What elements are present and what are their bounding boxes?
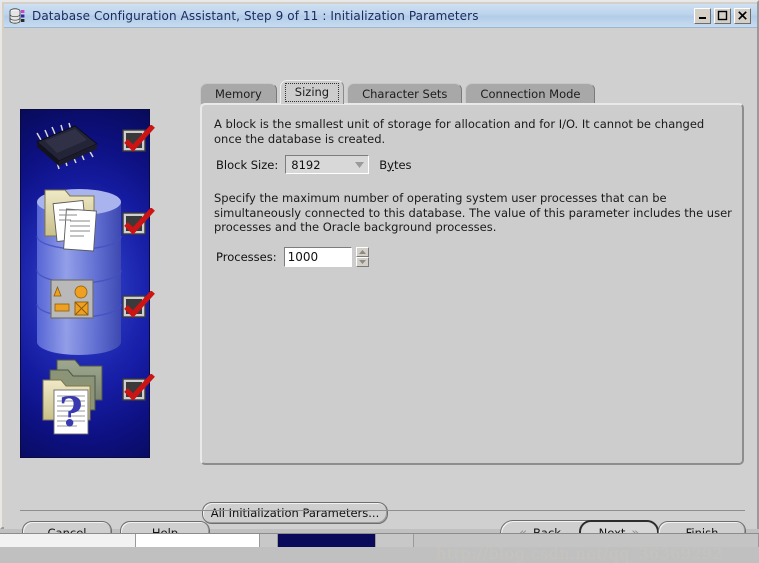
taskbar-item[interactable] [0, 534, 136, 547]
shapes-panel [50, 279, 94, 319]
button-label: All Initialization Parameters... [210, 506, 380, 520]
memory-chip [36, 122, 98, 170]
checkmark-icon [122, 291, 155, 318]
checkmark-icon [122, 374, 155, 401]
checkmark-icon [122, 208, 155, 235]
block-size-label: Block Size: [216, 157, 279, 172]
question-mark: ? [53, 389, 89, 436]
unit-prefix: B [379, 157, 388, 172]
chevron-down-icon [351, 156, 367, 173]
spinner-down-icon [358, 260, 366, 264]
unit-mnemonic: y [387, 157, 394, 172]
spinner-up-icon [358, 250, 366, 254]
window-controls [694, 7, 751, 24]
tab-label: Memory [215, 87, 262, 101]
block-size-combobox[interactable]: 8192 [285, 155, 370, 174]
taskbar-item[interactable] [376, 534, 414, 547]
block-size-row: Block Size: 8192 Bytes [216, 155, 412, 174]
spinner-buttons [355, 247, 369, 267]
tab-connection-mode[interactable]: Connection Mode [465, 83, 596, 104]
maximize-button[interactable] [714, 7, 731, 24]
processes-description: Specify the maximum number of operating … [214, 191, 732, 234]
taskbar-spacer [260, 534, 278, 547]
processes-row: Processes: [216, 247, 369, 267]
window-title: Database Configuration Assistant, Step 9… [32, 8, 479, 23]
tab-strip: Memory Sizing Character Sets Connection … [200, 80, 744, 104]
tab-label: Sizing [294, 85, 330, 99]
taskbar [0, 533, 759, 547]
spinner-up-button[interactable] [355, 247, 369, 257]
minimize-button[interactable] [694, 7, 711, 24]
close-button[interactable] [734, 7, 751, 24]
footer-separator [20, 510, 745, 511]
processes-label: Processes: [216, 250, 277, 264]
block-size-description: A block is the smallest unit of storage … [214, 117, 705, 146]
taskbar-item-active[interactable] [278, 534, 376, 547]
spinner-down-button[interactable] [355, 257, 369, 267]
block-size-value: 8192 [291, 157, 321, 172]
processes-stepper [283, 247, 369, 267]
folders: ? [42, 359, 103, 436]
block-size-unit: Bytes [379, 158, 411, 172]
database-icon [9, 7, 25, 24]
application-window: Database Configuration Assistant, Step 9… [0, 0, 759, 563]
checkmark-column [122, 109, 166, 458]
checkmark-icon [122, 125, 155, 152]
tab-memory[interactable]: Memory [200, 83, 277, 104]
svg-text:?: ? [59, 389, 82, 436]
title-bar: Database Configuration Assistant, Step 9… [4, 4, 757, 28]
processes-input[interactable] [283, 247, 352, 267]
tab-sizing[interactable]: Sizing [279, 80, 345, 104]
minimize-icon [699, 17, 706, 19]
taskbar-tray [414, 534, 759, 547]
client-area: ? Memory Sizing Character Sets Connectio… [4, 28, 757, 563]
close-icon [738, 11, 747, 20]
taskbar-item[interactable] [136, 534, 260, 547]
all-initialization-parameters-button[interactable]: All Initialization Parameters... [202, 502, 388, 524]
tab-label: Connection Mode [480, 87, 581, 101]
maximize-icon [717, 10, 728, 21]
tab-character-sets[interactable]: Character Sets [347, 83, 463, 104]
tab-label: Character Sets [362, 87, 448, 101]
unit-suffix: tes [393, 157, 412, 172]
tab-panel-sizing: A block is the smallest unit of storage … [200, 103, 744, 465]
